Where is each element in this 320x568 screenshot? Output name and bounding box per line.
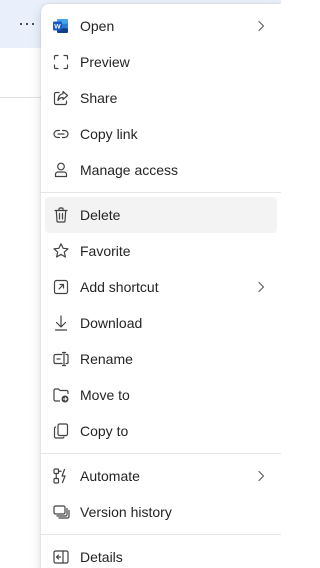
- preview-icon: [52, 53, 70, 71]
- context-menu: W Open Preview Share Copy link Manage ac…: [41, 4, 281, 568]
- chevron-right-icon: [258, 470, 265, 482]
- menu-item-download[interactable]: Download: [45, 305, 277, 341]
- menu-item-version-history[interactable]: Version history: [45, 494, 277, 530]
- menu-item-label: Favorite: [80, 243, 131, 259]
- menu-item-label: Share: [80, 90, 118, 106]
- word-icon: W: [52, 17, 70, 35]
- menu-item-automate[interactable]: Automate: [45, 458, 277, 494]
- menu-item-label: Manage access: [80, 162, 179, 178]
- menu-divider: [41, 534, 281, 535]
- menu-item-share[interactable]: Share: [45, 80, 277, 116]
- menu-item-favorite[interactable]: Favorite: [45, 233, 277, 269]
- menu-item-label: Details: [80, 549, 123, 565]
- menu-item-manage-access[interactable]: Manage access: [45, 152, 277, 188]
- menu-item-add-shortcut[interactable]: Add shortcut: [45, 269, 277, 305]
- menu-item-label: Download: [80, 315, 143, 331]
- menu-item-open[interactable]: W Open: [45, 8, 277, 44]
- menu-item-move-to[interactable]: Move to: [45, 377, 277, 413]
- menu-item-details[interactable]: Details: [45, 539, 277, 568]
- move-icon: [52, 386, 70, 404]
- menu-divider: [41, 192, 281, 193]
- star-icon: [52, 242, 70, 260]
- person-icon: [52, 161, 70, 179]
- menu-item-delete[interactable]: Delete: [45, 197, 277, 233]
- link-icon: [52, 125, 70, 143]
- menu-item-copy-link[interactable]: Copy link: [45, 116, 277, 152]
- menu-item-label: Delete: [80, 207, 121, 223]
- menu-item-label: Move to: [80, 387, 130, 403]
- menu-divider: [41, 453, 281, 454]
- version-history-icon: [52, 503, 70, 521]
- menu-item-preview[interactable]: Preview: [45, 44, 277, 80]
- menu-item-label: Version history: [80, 504, 172, 520]
- screen: ··· W Open Preview Share Copy link Manag…: [0, 0, 281, 568]
- automate-icon: [52, 467, 70, 485]
- download-icon: [52, 314, 70, 332]
- rename-icon: [52, 350, 70, 368]
- shortcut-icon: [52, 278, 70, 296]
- copy-icon: [52, 422, 70, 440]
- svg-text:W: W: [54, 24, 61, 31]
- more-options-button[interactable]: ···: [14, 10, 40, 36]
- menu-item-label: Rename: [80, 351, 133, 367]
- menu-item-label: Automate: [80, 468, 140, 484]
- menu-item-rename[interactable]: Rename: [45, 341, 277, 377]
- menu-item-label: Add shortcut: [80, 279, 159, 295]
- chevron-right-icon: [258, 20, 265, 32]
- chevron-right-icon: [258, 281, 265, 293]
- trash-icon: [52, 206, 70, 224]
- menu-item-label: Copy to: [80, 423, 129, 439]
- menu-item-label: Preview: [80, 54, 130, 70]
- menu-item-copy-to[interactable]: Copy to: [45, 413, 277, 449]
- share-icon: [52, 89, 70, 107]
- menu-item-label: Copy link: [80, 126, 138, 142]
- menu-item-label: Open: [80, 18, 115, 34]
- details-icon: [52, 548, 70, 566]
